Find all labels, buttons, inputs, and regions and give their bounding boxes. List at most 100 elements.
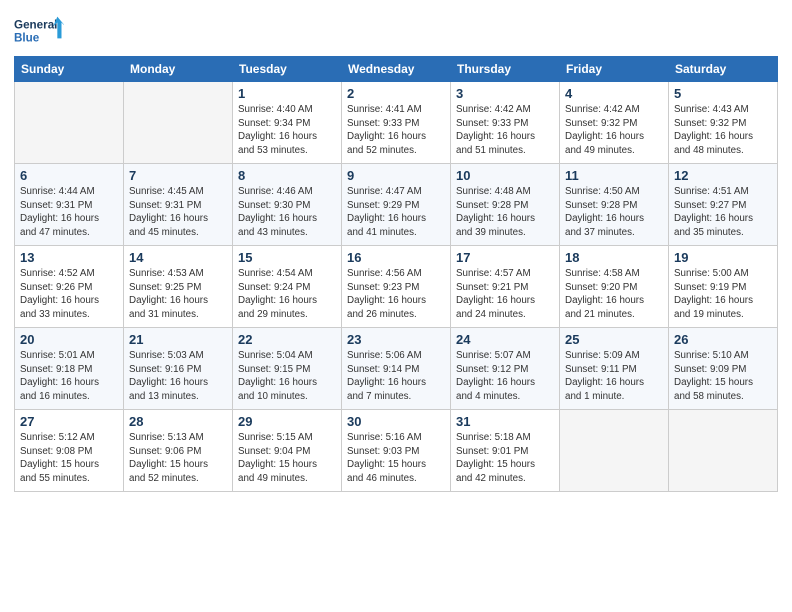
day-info: Sunrise: 5:03 AMSunset: 9:16 PMDaylight:…	[129, 349, 227, 404]
day-number: 29	[238, 414, 336, 429]
day-info: Sunrise: 4:45 AMSunset: 9:31 PMDaylight:…	[129, 185, 227, 240]
day-number: 18	[565, 250, 663, 265]
calendar-cell: 28 Sunrise: 5:13 AMSunset: 9:06 PMDayligh…	[124, 410, 233, 492]
calendar-cell: 20 Sunrise: 5:01 AMSunset: 9:18 PMDayligh…	[15, 328, 124, 410]
day-info: Sunrise: 5:07 AMSunset: 9:12 PMDaylight:…	[456, 349, 554, 404]
calendar-cell: 30 Sunrise: 5:16 AMSunset: 9:03 PMDayligh…	[342, 410, 451, 492]
day-info: Sunrise: 4:51 AMSunset: 9:27 PMDaylight:…	[674, 185, 772, 240]
calendar-cell: 29 Sunrise: 5:15 AMSunset: 9:04 PMDayligh…	[233, 410, 342, 492]
calendar-cell: 2 Sunrise: 4:41 AMSunset: 9:33 PMDaylight…	[342, 82, 451, 164]
day-info: Sunrise: 5:04 AMSunset: 9:15 PMDaylight:…	[238, 349, 336, 404]
day-info: Sunrise: 5:18 AMSunset: 9:01 PMDaylight:…	[456, 431, 554, 486]
day-info: Sunrise: 4:47 AMSunset: 9:29 PMDaylight:…	[347, 185, 445, 240]
day-info: Sunrise: 4:53 AMSunset: 9:25 PMDaylight:…	[129, 267, 227, 322]
calendar-cell: 24 Sunrise: 5:07 AMSunset: 9:12 PMDayligh…	[451, 328, 560, 410]
day-info: Sunrise: 4:40 AMSunset: 9:34 PMDaylight:…	[238, 103, 336, 158]
header-thursday: Thursday	[451, 57, 560, 82]
day-number: 26	[674, 332, 772, 347]
calendar-cell: 17 Sunrise: 4:57 AMSunset: 9:21 PMDayligh…	[451, 246, 560, 328]
day-info: Sunrise: 5:10 AMSunset: 9:09 PMDaylight:…	[674, 349, 772, 404]
day-info: Sunrise: 4:42 AMSunset: 9:32 PMDaylight:…	[565, 103, 663, 158]
day-number: 4	[565, 86, 663, 101]
calendar-cell	[669, 410, 778, 492]
day-number: 17	[456, 250, 554, 265]
header-friday: Friday	[560, 57, 669, 82]
week-row-4: 20 Sunrise: 5:01 AMSunset: 9:18 PMDayligh…	[15, 328, 778, 410]
week-row-2: 6 Sunrise: 4:44 AMSunset: 9:31 PMDaylight…	[15, 164, 778, 246]
calendar-cell: 12 Sunrise: 4:51 AMSunset: 9:27 PMDayligh…	[669, 164, 778, 246]
day-info: Sunrise: 4:48 AMSunset: 9:28 PMDaylight:…	[456, 185, 554, 240]
header-tuesday: Tuesday	[233, 57, 342, 82]
day-number: 9	[347, 168, 445, 183]
day-number: 24	[456, 332, 554, 347]
day-number: 1	[238, 86, 336, 101]
week-row-3: 13 Sunrise: 4:52 AMSunset: 9:26 PMDayligh…	[15, 246, 778, 328]
calendar-cell: 31 Sunrise: 5:18 AMSunset: 9:01 PMDayligh…	[451, 410, 560, 492]
day-info: Sunrise: 5:16 AMSunset: 9:03 PMDaylight:…	[347, 431, 445, 486]
day-number: 30	[347, 414, 445, 429]
day-number: 3	[456, 86, 554, 101]
calendar-cell: 14 Sunrise: 4:53 AMSunset: 9:25 PMDayligh…	[124, 246, 233, 328]
day-number: 6	[20, 168, 118, 183]
day-number: 23	[347, 332, 445, 347]
calendar-cell: 8 Sunrise: 4:46 AMSunset: 9:30 PMDaylight…	[233, 164, 342, 246]
calendar-cell: 6 Sunrise: 4:44 AMSunset: 9:31 PMDaylight…	[15, 164, 124, 246]
day-number: 13	[20, 250, 118, 265]
calendar-cell: 15Sunrise: 4:54 AMSunset: 9:24 PMDayligh…	[233, 246, 342, 328]
calendar-cell: 27Sunrise: 5:12 AMSunset: 9:08 PMDayligh…	[15, 410, 124, 492]
day-info: Sunrise: 5:09 AMSunset: 9:11 PMDaylight:…	[565, 349, 663, 404]
calendar-cell: 9 Sunrise: 4:47 AMSunset: 9:29 PMDaylight…	[342, 164, 451, 246]
calendar-cell: 26 Sunrise: 5:10 AMSunset: 9:09 PMDayligh…	[669, 328, 778, 410]
calendar-cell: 13 Sunrise: 4:52 AMSunset: 9:26 PMDayligh…	[15, 246, 124, 328]
day-info: Sunrise: 4:44 AMSunset: 9:31 PMDaylight:…	[20, 185, 118, 240]
day-info: Sunrise: 5:06 AMSunset: 9:14 PMDaylight:…	[347, 349, 445, 404]
svg-text:General: General	[14, 18, 57, 31]
day-number: 7	[129, 168, 227, 183]
calendar-cell: 5 Sunrise: 4:43 AMSunset: 9:32 PMDaylight…	[669, 82, 778, 164]
day-number: 10	[456, 168, 554, 183]
day-number: 8	[238, 168, 336, 183]
page: General Blue SundayMondayTuesdayWednesda…	[0, 0, 792, 612]
header-monday: Monday	[124, 57, 233, 82]
day-info: Sunrise: 5:15 AMSunset: 9:04 PMDaylight:…	[238, 431, 336, 486]
day-number: 11	[565, 168, 663, 183]
week-row-5: 27Sunrise: 5:12 AMSunset: 9:08 PMDayligh…	[15, 410, 778, 492]
day-number: 21	[129, 332, 227, 347]
header-sunday: Sunday	[15, 57, 124, 82]
day-number: 12	[674, 168, 772, 183]
day-info: Sunrise: 4:46 AMSunset: 9:30 PMDaylight:…	[238, 185, 336, 240]
day-info: Sunrise: 5:00 AMSunset: 9:19 PMDaylight:…	[674, 267, 772, 322]
day-info: Sunrise: 5:13 AMSunset: 9:06 PMDaylight:…	[129, 431, 227, 486]
calendar-cell: 18Sunrise: 4:58 AMSunset: 9:20 PMDayligh…	[560, 246, 669, 328]
day-info: Sunrise: 4:50 AMSunset: 9:28 PMDaylight:…	[565, 185, 663, 240]
calendar-table: SundayMondayTuesdayWednesdayThursdayFrid…	[14, 56, 778, 492]
calendar-cell	[124, 82, 233, 164]
header-saturday: Saturday	[669, 57, 778, 82]
calendar-cell: 21 Sunrise: 5:03 AMSunset: 9:16 PMDayligh…	[124, 328, 233, 410]
day-number: 2	[347, 86, 445, 101]
calendar-cell: 16 Sunrise: 4:56 AMSunset: 9:23 PMDayligh…	[342, 246, 451, 328]
calendar-cell: 19Sunrise: 5:00 AMSunset: 9:19 PMDayligh…	[669, 246, 778, 328]
calendar-cell: 7 Sunrise: 4:45 AMSunset: 9:31 PMDaylight…	[124, 164, 233, 246]
day-number: 14	[129, 250, 227, 265]
calendar-cell: 22 Sunrise: 5:04 AMSunset: 9:15 PMDayligh…	[233, 328, 342, 410]
day-number: 5	[674, 86, 772, 101]
day-info: Sunrise: 4:54 AMSunset: 9:24 PMDaylight:…	[238, 267, 336, 322]
day-number: 16	[347, 250, 445, 265]
day-number: 20	[20, 332, 118, 347]
day-info: Sunrise: 4:43 AMSunset: 9:32 PMDaylight:…	[674, 103, 772, 158]
day-info: Sunrise: 4:57 AMSunset: 9:21 PMDaylight:…	[456, 267, 554, 322]
day-number: 31	[456, 414, 554, 429]
day-number: 27	[20, 414, 118, 429]
day-info: Sunrise: 5:01 AMSunset: 9:18 PMDaylight:…	[20, 349, 118, 404]
calendar-cell: 23 Sunrise: 5:06 AMSunset: 9:14 PMDayligh…	[342, 328, 451, 410]
calendar-cell: 11 Sunrise: 4:50 AMSunset: 9:28 PMDayligh…	[560, 164, 669, 246]
day-number: 25	[565, 332, 663, 347]
day-number: 22	[238, 332, 336, 347]
day-info: Sunrise: 4:56 AMSunset: 9:23 PMDaylight:…	[347, 267, 445, 322]
day-info: Sunrise: 4:41 AMSunset: 9:33 PMDaylight:…	[347, 103, 445, 158]
calendar-cell: 4 Sunrise: 4:42 AMSunset: 9:32 PMDaylight…	[560, 82, 669, 164]
day-number: 28	[129, 414, 227, 429]
calendar-header-row: SundayMondayTuesdayWednesdayThursdayFrid…	[15, 57, 778, 82]
day-info: Sunrise: 4:52 AMSunset: 9:26 PMDaylight:…	[20, 267, 118, 322]
